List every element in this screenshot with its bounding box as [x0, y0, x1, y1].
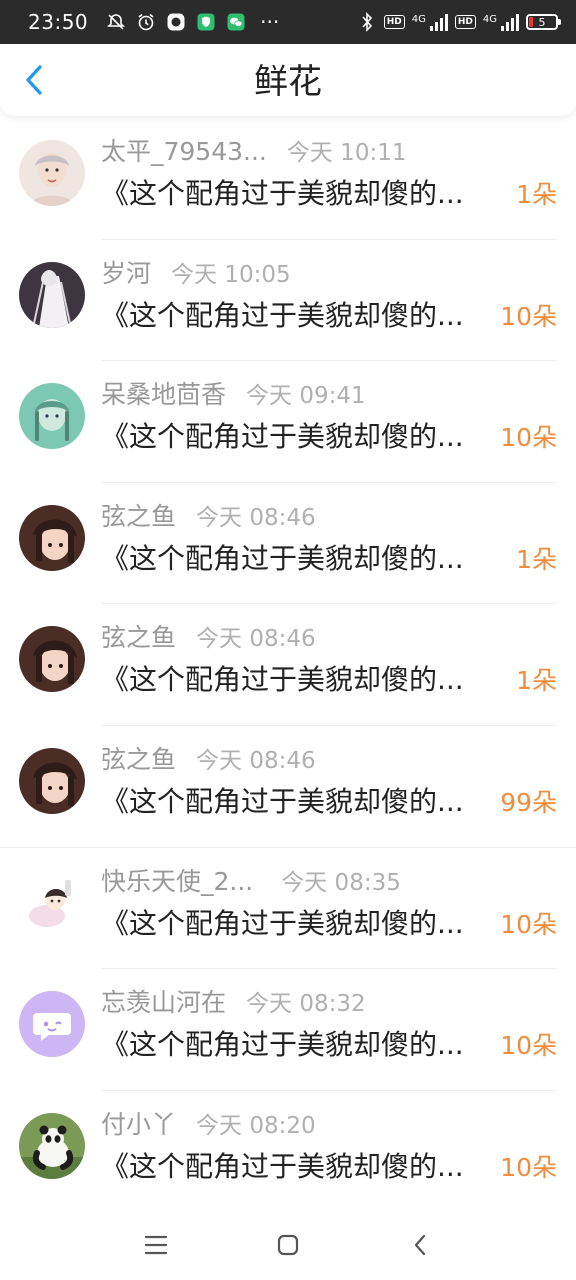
send-time: 今天 08:35 [281, 869, 401, 896]
system-back-button[interactable] [398, 1223, 442, 1267]
book-title: 《这个配角过于美貌却傻的... [101, 298, 464, 332]
book-title: 《这个配角过于美貌却傻的... [101, 420, 464, 454]
avatar[interactable] [19, 869, 85, 936]
list-item[interactable]: 弦之鱼 今天 08:46 《这个配角过于美貌却傻的... 1朵 [0, 483, 576, 605]
list-item[interactable]: 快乐天使_2... 今天 08:35 《这个配角过于美貌却傻的... 10朵 [0, 848, 576, 970]
list-item[interactable]: 付小丫 今天 08:20 《这个配角过于美貌却傻的... 10朵 [0, 1091, 576, 1213]
list-item[interactable]: 弦之鱼 今天 08:46 《这个配角过于美貌却傻的... 99朵 [0, 726, 576, 848]
book-title: 《这个配角过于美貌却傻的... [101, 663, 464, 697]
mute-notification-icon [106, 12, 126, 32]
avatar[interactable] [19, 504, 85, 571]
chevron-left-icon [414, 1234, 426, 1256]
sender-name: 弦之鱼 今天 08:46 [101, 501, 316, 531]
list-item[interactable]: 弦之鱼 今天 08:46 《这个配角过于美貌却傻的... 1朵 [0, 604, 576, 726]
flower-count: 10朵 [500, 423, 557, 453]
app-notification-icon [166, 12, 186, 32]
status-bar: 23:50 ··· HD 4G HD 4G 5 [0, 0, 576, 44]
network-type-label-2: 4G [482, 14, 497, 25]
send-time: 今天 10:11 [286, 140, 407, 166]
list-item[interactable]: 忘羡山河在 今天 08:32 《这个配角过于美貌却傻的... 10朵 [0, 969, 576, 1091]
sender-name: 快乐天使_2... 今天 08:35 [101, 866, 401, 896]
wechat-icon [226, 12, 246, 32]
list-item[interactable]: 太平_79543... 今天 10:11 《这个配角过于美貌却傻的... 1朵 [0, 118, 576, 240]
battery-level: 5 [538, 15, 546, 29]
sender-name: 太平_79543... 今天 10:11 [101, 137, 407, 166]
avatar[interactable] [19, 261, 85, 328]
list-item[interactable]: 岁河 今天 10:05 《这个配角过于美貌却傻的... 10朵 [0, 240, 576, 362]
book-title: 《这个配角过于美貌却傻的... [101, 1028, 464, 1062]
book-title: 《这个配角过于美貌却傻的... [101, 177, 464, 210]
flower-gift-list: 太平_79543... 今天 10:11 《这个配角过于美貌却傻的... 1朵 岁… [0, 118, 576, 1213]
sender-name: 弦之鱼 今天 08:46 [101, 744, 316, 774]
alarm-clock-icon [136, 12, 156, 32]
sender-name: 弦之鱼 今天 08:46 [101, 623, 316, 653]
flower-count: 10朵 [500, 1152, 557, 1182]
send-time: 今天 10:05 [171, 261, 291, 288]
avatar[interactable] [19, 747, 85, 814]
list-item[interactable]: 呆桑地茴香 今天 09:41 《这个配角过于美貌却傻的... 10朵 [0, 361, 576, 483]
signal-strength-icon [429, 13, 448, 31]
sender-name: 呆桑地茴香 今天 09:41 [101, 380, 366, 410]
recent-apps-button[interactable] [134, 1223, 178, 1267]
menu-icon [144, 1235, 168, 1255]
shield-app-icon [196, 12, 216, 32]
network-type-label: 4G [411, 14, 426, 25]
hd-voice-badge: HD [383, 15, 405, 29]
book-title: 《这个配角过于美貌却傻的... [101, 906, 464, 940]
flower-count: 99朵 [500, 787, 557, 817]
send-time: 今天 09:41 [246, 383, 366, 410]
avatar[interactable] [19, 383, 85, 450]
avatar[interactable] [19, 140, 85, 206]
battery-icon: 5 [526, 14, 561, 30]
bluetooth-icon [357, 12, 377, 32]
header: 鲜花 [0, 44, 576, 116]
flower-count: 1朵 [516, 544, 557, 574]
book-title: 《这个配角过于美貌却傻的... [101, 784, 464, 818]
avatar[interactable] [19, 991, 85, 1058]
sender-name: 付小丫 今天 08:20 [101, 1109, 316, 1139]
send-time: 今天 08:46 [196, 626, 316, 653]
flower-count: 10朵 [500, 909, 557, 939]
status-time: 23:50 [28, 10, 89, 34]
flower-count: 1朵 [516, 180, 557, 209]
page-title: 鲜花 [254, 62, 322, 102]
avatar[interactable] [19, 1112, 85, 1179]
book-title: 《这个配角过于美貌却傻的... [101, 1149, 464, 1183]
signal-strength-icon-2 [501, 13, 519, 31]
send-time: 今天 08:46 [196, 504, 316, 531]
system-navigation-bar [0, 1210, 576, 1280]
flower-count: 1朵 [516, 666, 557, 696]
flower-count: 10朵 [500, 301, 557, 331]
home-square-icon [277, 1234, 299, 1256]
send-time: 今天 08:46 [196, 747, 316, 774]
home-button[interactable] [266, 1223, 310, 1267]
sender-name: 岁河 今天 10:05 [101, 258, 291, 288]
book-title: 《这个配角过于美貌却傻的... [101, 541, 464, 575]
send-time: 今天 08:20 [196, 1112, 316, 1139]
avatar[interactable] [19, 626, 85, 693]
more-notifications-indicator: ··· [260, 10, 280, 34]
flower-count: 10朵 [500, 1031, 557, 1061]
send-time: 今天 08:32 [246, 991, 366, 1018]
sender-name: 忘羡山河在 今天 08:32 [101, 988, 366, 1018]
hd-voice-badge-2: HD [454, 15, 476, 29]
